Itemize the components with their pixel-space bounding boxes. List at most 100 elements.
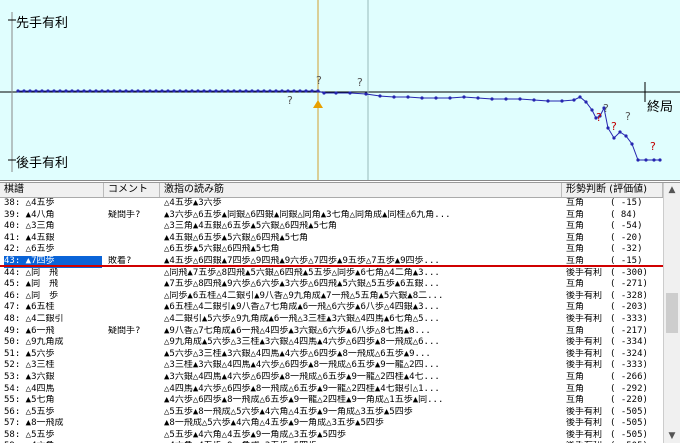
eval-point <box>64 89 68 93</box>
eval-point <box>136 89 140 93</box>
cell-line: △3三桂▲3六銀△4四馬▲4六歩△6四歩▲8一飛成△6五歩▲9一龍△2四... <box>164 360 440 371</box>
questionable-move-icon: ? <box>316 74 322 87</box>
eval-point <box>462 95 466 99</box>
eval-point <box>70 89 74 93</box>
cell-value: ( -333) <box>610 360 648 371</box>
selection-divider <box>0 265 663 267</box>
table-row[interactable]: 38: △4五歩 △4五歩▲3六歩 互角 ( -15) <box>0 198 663 210</box>
header-comment[interactable]: コメント <box>104 183 160 197</box>
eval-point <box>94 89 98 93</box>
eval-point <box>208 89 212 93</box>
scroll-down-icon[interactable]: ▼ <box>664 429 680 443</box>
cell-line: △5五歩▲8一飛成△5六歩▲4六角△4五歩▲9一角成△3五歩▲5四歩 <box>164 406 413 417</box>
cursor-arrow-icon <box>313 100 323 108</box>
eval-point <box>184 89 188 93</box>
eval-point <box>160 89 164 93</box>
table-row[interactable]: 50: △9九角成 △9九角成▲5六歩△3三桂▲3六銀△4四馬▲4六歩△6四歩▲8… <box>0 337 663 349</box>
cell-value: ( -32) <box>610 244 643 255</box>
table-row[interactable]: 47: ▲6五桂 ▲6五桂△4二銀引▲9八香△7七角成▲6一飛△6六歩▲6八歩△4… <box>0 302 663 314</box>
header-evaluation[interactable]: 形勢判断 (評価値) <box>562 183 663 197</box>
cell-judge: 互角 <box>566 209 585 220</box>
eval-point <box>392 95 396 99</box>
eval-point <box>448 96 452 100</box>
cell-judge: 互角 <box>566 198 585 208</box>
scroll-up-icon[interactable]: ▲ <box>664 183 680 197</box>
cell-line: △同飛▲7五歩△8四飛▲5六銀△6四飛▲5五歩△同歩▲6七角△4二角▲3... <box>164 267 440 278</box>
questionable-move-icon: ? <box>611 120 617 133</box>
cell-value: ( -300) <box>610 267 648 278</box>
vertical-scrollbar[interactable]: ▲ ▼ <box>663 183 680 443</box>
table-row[interactable]: 39: ▲4八角 疑問手? ▲3六歩△6五歩▲同銀△6四銀▲同銀△同角▲3七角△同角… <box>0 210 663 222</box>
cell-line: ▲3六銀△4四馬▲4六歩△6四歩▲8一飛成△6五歩▲9一龍△2四桂▲4七... <box>164 371 440 382</box>
table-row[interactable]: 54: △4四馬 △4四馬▲4六歩△6四歩▲8一飛成△6五歩▲9一龍△2四桂▲4七… <box>0 384 663 396</box>
move-list[interactable]: 38: △4五歩 △4五歩▲3六歩 互角( -15) 39: ▲4八角 疑問手? ▲3六歩… <box>0 198 663 443</box>
table-row[interactable]: 57: ▲8一飛成 ▲8一飛成△5六歩▲4六角△4五歩▲9一角成△3五歩▲5四歩 後… <box>0 418 663 430</box>
cell-line: ▲6五桂△4二銀引▲9八香△7七角成▲6一飛△6六歩▲6八歩△4四銀▲3... <box>164 302 440 313</box>
eval-point <box>572 98 576 102</box>
table-row[interactable]: 55: ▲5七角 ▲4六歩△6四歩▲8一飛成△6五歩▲9一龍△2四桂▲9一角成△1… <box>0 395 663 407</box>
evaluation-graph[interactable]: ???????? 先手有利 後手有利 終局 <box>0 0 680 181</box>
cell-line: △6五歩▲5六銀△6四飛▲5七角 <box>164 244 280 255</box>
cell-judge: 後手有利 <box>566 290 603 301</box>
eval-point <box>190 89 194 93</box>
cell-value: ( -217) <box>610 325 648 336</box>
eval-point <box>606 126 610 130</box>
eval-point <box>304 89 308 93</box>
table-row[interactable]: 40: △3三角 △3三角▲4五銀△6五歩▲5六銀△6四飛▲5七角 互角 ( -54) <box>0 221 663 233</box>
table-header: 棋譜 コメント 激指の読み筋 形勢判断 (評価値) <box>0 183 663 198</box>
cell-move: 56: △5五歩 <box>4 406 55 417</box>
questionable-move-icon: ? <box>625 110 631 123</box>
eval-point <box>652 158 656 162</box>
eval-point <box>250 89 254 93</box>
questionable-move-icon: ? <box>596 111 602 124</box>
eval-point <box>584 100 588 104</box>
game-end-label: 終局 <box>647 100 674 115</box>
eval-point <box>590 108 594 112</box>
scroll-thumb[interactable] <box>666 293 678 333</box>
table-row[interactable]: 46: △同 歩 △同歩▲6五桂△4二銀引▲9八香△9九角成▲7一飛△5五角▲5六… <box>0 291 663 303</box>
cell-move: 50: △9九角成 <box>4 337 64 348</box>
eval-point <box>106 89 110 93</box>
table-row[interactable]: 49: ▲6一飛 疑問手? ▲9八香△7七角成▲6一飛△4四歩▲3六銀△6六歩▲6八… <box>0 326 663 338</box>
eval-point <box>286 89 290 93</box>
eval-point <box>88 89 92 93</box>
cell-line: ▲4五銀△6五歩▲5六銀△6四飛▲5七角 <box>164 232 309 243</box>
header-reading[interactable]: 激指の読み筋 <box>160 183 562 197</box>
table-row[interactable]: 45: ▲同 飛 ▲7五歩△8四飛▲9六歩△6六歩▲3六歩△6四飛▲5六銀△5五歩… <box>0 279 663 291</box>
cell-judge: 後手有利 <box>566 337 603 348</box>
questionable-move-icon: ? <box>357 76 363 89</box>
cell-move: 53: ▲3六銀 <box>4 371 55 382</box>
cell-line: △4四馬▲4六歩△6四歩▲8一飛成△6五歩▲9一龍△2四桂▲4七銀引△1... <box>164 383 440 394</box>
cell-line: △4五歩▲3六歩 <box>164 198 222 208</box>
cell-line: △5五歩▲4六角△4五歩▲9一角成△3五歩▲5四歩 <box>164 429 347 440</box>
eval-point <box>232 89 236 93</box>
cell-judge: 互角 <box>566 302 585 313</box>
eval-point <box>46 89 50 93</box>
cell-value: ( -203) <box>610 302 648 313</box>
table-row[interactable]: 48: △4二銀引 △4二銀引▲5六歩△9九角成▲6一飛△3三桂▲3六銀△4四馬▲… <box>0 314 663 326</box>
table-row[interactable]: 44: △同 飛 △同飛▲7五歩△8四飛▲5六銀△6四飛▲5五歩△同歩▲6七角△4… <box>0 268 663 280</box>
cell-value: ( -333) <box>610 313 648 324</box>
eval-point <box>154 89 158 93</box>
eval-point <box>624 134 628 138</box>
table-row[interactable]: 53: ▲3六銀 ▲3六銀△4四馬▲4六歩△6四歩▲8一飛成△6五歩▲9一龍△2四… <box>0 372 663 384</box>
eval-point <box>196 89 200 93</box>
move-list-panel[interactable]: 棋譜 コメント 激指の読み筋 形勢判断 (評価値) 38: △4五歩 △4五歩▲3… <box>0 182 680 443</box>
table-row[interactable]: 42: △6五歩 △6五歩▲5六銀△6四飛▲5七角 互角 ( -32) <box>0 244 663 256</box>
table-row[interactable]: 51: ▲5六歩 ▲5六歩△3三桂▲3六銀△4四馬▲4六歩△6四歩▲8一飛成△6五… <box>0 349 663 361</box>
eval-point <box>560 99 564 103</box>
cell-value: ( 84) <box>610 209 638 220</box>
table-row[interactable]: 41: ▲4五銀 ▲4五銀△6五歩▲5六銀△6四飛▲5七角 互角 ( -20) <box>0 233 663 245</box>
table-row[interactable]: 58: △5五歩 △5五歩▲4六角△4五歩▲9一角成△3五歩▲5四歩 後手有利 ( -… <box>0 430 663 442</box>
cell-value: ( -324) <box>610 348 648 359</box>
cell-value: ( -292) <box>610 383 648 394</box>
cell-comment: 疑問手? <box>108 325 141 336</box>
eval-point <box>118 89 122 93</box>
table-row[interactable]: 56: △5五歩 △5五歩▲8一飛成△5六歩▲4六角△4五歩▲9一角成△3五歩▲5… <box>0 407 663 419</box>
graph-canvas: ???????? <box>0 0 680 180</box>
eval-point <box>130 89 134 93</box>
header-move[interactable]: 棋譜 <box>0 183 104 197</box>
table-row[interactable]: 52: △3三桂 △3三桂▲3六銀△4四馬▲4六歩△6四歩▲8一飛成△6五歩▲9一… <box>0 360 663 372</box>
cell-judge: 後手有利 <box>566 406 603 417</box>
cell-judge: 互角 <box>566 325 585 336</box>
